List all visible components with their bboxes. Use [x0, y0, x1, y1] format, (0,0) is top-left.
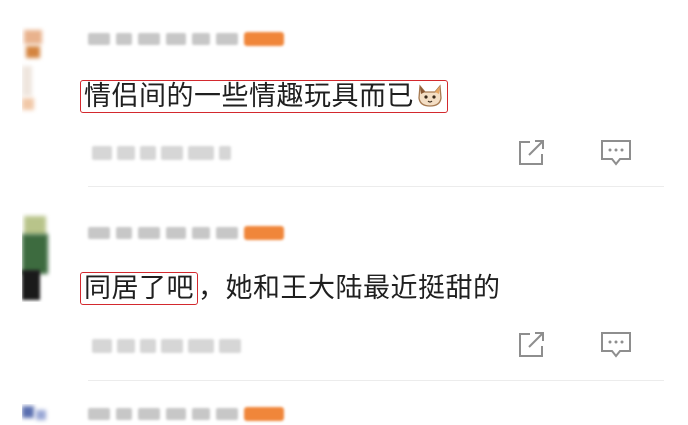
highlighted-text: 同居了吧 [80, 272, 198, 305]
highlight-phrase: 情侣间的一些情趣玩具而已 [84, 81, 414, 112]
comment-icon[interactable] [600, 138, 632, 168]
comment-icon[interactable] [600, 330, 632, 360]
avatar[interactable] [22, 212, 52, 302]
comment-rest-text: ，她和王大陆最近挺甜的 [198, 273, 501, 304]
username-blurred[interactable] [88, 405, 284, 423]
user-badge [244, 32, 284, 46]
username-blurred[interactable] [88, 224, 284, 242]
timestamp-blurred [92, 143, 231, 163]
timestamp-blurred [92, 336, 241, 356]
divider [88, 186, 664, 187]
avatar[interactable] [22, 26, 52, 116]
share-icon[interactable] [516, 138, 548, 168]
highlighted-text: 情侣间的一些情趣玩具而已 [80, 80, 448, 113]
comment-text: 情侣间的一些情趣玩具而已 [80, 74, 448, 113]
divider [88, 380, 664, 381]
share-icon[interactable] [516, 330, 548, 360]
cat-face-emoji-icon [416, 82, 444, 108]
user-badge [244, 226, 284, 240]
username-blurred[interactable] [88, 30, 284, 48]
user-badge [244, 407, 284, 421]
comment-text: 同居了吧 ，她和王大陆最近挺甜的 [80, 266, 501, 305]
avatar[interactable] [22, 404, 52, 425]
